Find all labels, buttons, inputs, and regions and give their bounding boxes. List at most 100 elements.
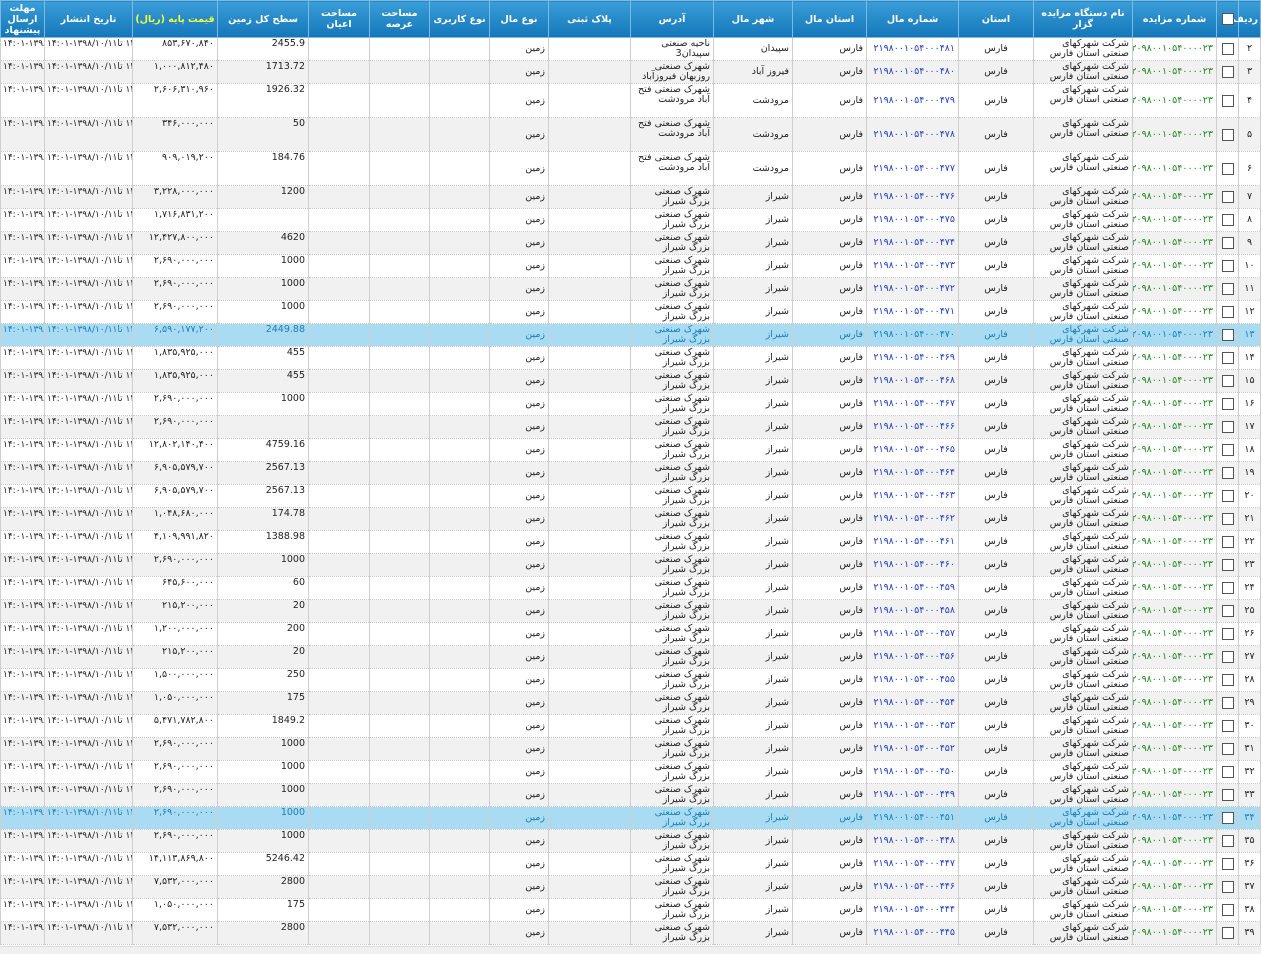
row-checkbox[interactable] — [1221, 306, 1234, 318]
cell-row-checkbox[interactable] — [1216, 622, 1239, 646]
header-building-area[interactable]: مساحت اعیان — [308, 0, 370, 38]
cell-row-checkbox[interactable] — [1216, 346, 1239, 370]
row-checkbox[interactable] — [1221, 375, 1234, 387]
table-row[interactable]: ۱۸ ۲۰۹۸۰۰۱۰۵۴۰۰۰۰۲۳ شرکت شهرکهای صنعتی است… — [0, 438, 1261, 462]
cell-row-checkbox[interactable] — [1216, 829, 1239, 853]
select-all-checkbox[interactable] — [1221, 13, 1234, 25]
cell-row-checkbox[interactable] — [1216, 438, 1239, 462]
row-checkbox[interactable] — [1221, 467, 1234, 479]
cell-row-checkbox[interactable] — [1216, 576, 1239, 600]
cell-row-checkbox[interactable] — [1216, 37, 1239, 61]
row-checkbox[interactable] — [1221, 766, 1234, 778]
cell-row-checkbox[interactable] — [1216, 369, 1239, 393]
cell-row-checkbox[interactable] — [1216, 806, 1239, 830]
row-checkbox[interactable] — [1221, 237, 1234, 249]
row-checkbox[interactable] — [1221, 720, 1234, 732]
cell-row-checkbox[interactable] — [1216, 185, 1239, 209]
row-checkbox[interactable] — [1221, 162, 1234, 175]
table-row[interactable]: ۲۶ ۲۰۹۸۰۰۱۰۵۴۰۰۰۰۲۳ شرکت شهرکهای صنعتی است… — [0, 622, 1261, 646]
row-checkbox[interactable] — [1221, 352, 1234, 364]
table-row[interactable]: ۲۷ ۲۰۹۸۰۰۱۰۵۴۰۰۰۰۲۳ شرکت شهرکهای صنعتی است… — [0, 645, 1261, 669]
cell-row-checkbox[interactable] — [1216, 530, 1239, 554]
table-row[interactable]: ۴ ۲۰۹۸۰۰۱۰۵۴۰۰۰۰۲۳ شرکت شهرکهای صنعتی استا… — [0, 83, 1261, 118]
header-plaque[interactable]: پلاک ثبتی — [548, 0, 631, 38]
table-row[interactable]: ۳۹ ۲۰۹۸۰۰۱۰۵۴۰۰۰۰۲۳ شرکت شهرکهای صنعتی است… — [0, 921, 1261, 945]
header-row-number[interactable]: ردیف — [1233, 0, 1261, 38]
table-row[interactable]: ۳۵ ۲۰۹۸۰۰۱۰۵۴۰۰۰۰۲۳ شرکت شهرکهای صنعتی است… — [0, 829, 1261, 853]
row-checkbox[interactable] — [1221, 789, 1234, 801]
row-checkbox[interactable] — [1221, 559, 1234, 571]
header-land-area[interactable]: سطح کل زمین — [217, 0, 309, 38]
table-row[interactable]: ۱۹ ۲۰۹۸۰۰۱۰۵۴۰۰۰۰۲۳ شرکت شهرکهای صنعتی است… — [0, 461, 1261, 485]
cell-row-checkbox[interactable] — [1216, 553, 1239, 577]
row-checkbox[interactable] — [1221, 927, 1234, 939]
row-checkbox[interactable] — [1221, 490, 1234, 502]
cell-row-checkbox[interactable] — [1216, 599, 1239, 623]
cell-row-checkbox[interactable] — [1216, 852, 1239, 876]
row-checkbox[interactable] — [1221, 697, 1234, 709]
table-row[interactable]: ۵ ۲۰۹۸۰۰۱۰۵۴۰۰۰۰۲۳ شرکت شهرکهای صنعتی استا… — [0, 117, 1261, 152]
cell-row-checkbox[interactable] — [1216, 921, 1239, 945]
cell-row-checkbox[interactable] — [1216, 760, 1239, 784]
header-base-price[interactable]: قیمت پایه (ریال) — [132, 0, 218, 38]
row-checkbox[interactable] — [1221, 582, 1234, 594]
table-row[interactable]: ۱۴ ۲۰۹۸۰۰۱۰۵۴۰۰۰۰۲۳ شرکت شهرکهای صنعتی است… — [0, 346, 1261, 370]
cell-row-checkbox[interactable] — [1216, 415, 1239, 439]
row-checkbox[interactable] — [1221, 444, 1234, 456]
cell-row-checkbox[interactable] — [1216, 461, 1239, 485]
row-checkbox[interactable] — [1221, 674, 1234, 686]
cell-row-checkbox[interactable] — [1216, 668, 1239, 692]
row-checkbox[interactable] — [1221, 421, 1234, 433]
cell-row-checkbox[interactable] — [1216, 277, 1239, 301]
table-row[interactable]: ۱۶ ۲۰۹۸۰۰۱۰۵۴۰۰۰۰۲۳ شرکت شهرکهای صنعتی است… — [0, 392, 1261, 416]
row-checkbox[interactable] — [1221, 283, 1234, 295]
cell-row-checkbox[interactable] — [1216, 231, 1239, 255]
table-row[interactable]: ۲۰ ۲۰۹۸۰۰۱۰۵۴۰۰۰۰۲۳ شرکت شهرکهای صنعتی است… — [0, 484, 1261, 508]
table-row[interactable]: ۲۵ ۲۰۹۸۰۰۱۰۵۴۰۰۰۰۲۳ شرکت شهرکهای صنعتی است… — [0, 599, 1261, 623]
table-row[interactable]: ۳۷ ۲۰۹۸۰۰۱۰۵۴۰۰۰۰۲۳ شرکت شهرکهای صنعتی است… — [0, 875, 1261, 899]
horizontal-scrollbar[interactable] — [0, 946, 1261, 954]
table-row[interactable]: ۸ ۲۰۹۸۰۰۱۰۵۴۰۰۰۰۲۳ شرکت شهرکهای صنعتی استا… — [0, 208, 1261, 232]
cell-row-checkbox[interactable] — [1216, 323, 1239, 347]
header-usage[interactable]: نوع کاربری — [429, 0, 490, 38]
table-row[interactable]: ۱۷ ۲۰۹۸۰۰۱۰۵۴۰۰۰۰۲۳ شرکت شهرکهای صنعتی است… — [0, 415, 1261, 439]
table-row[interactable]: ۱۵ ۲۰۹۸۰۰۱۰۵۴۰۰۰۰۲۳ شرکت شهرکهای صنعتی است… — [0, 369, 1261, 393]
row-checkbox[interactable] — [1221, 66, 1234, 78]
table-row[interactable]: ۶ ۲۰۹۸۰۰۱۰۵۴۰۰۰۰۲۳ شرکت شهرکهای صنعتی استا… — [0, 151, 1261, 186]
header-asset-number[interactable]: شماره مال — [866, 0, 959, 38]
row-checkbox[interactable] — [1221, 743, 1234, 755]
row-checkbox[interactable] — [1221, 43, 1234, 55]
table-row[interactable]: ۲۸ ۲۰۹۸۰۰۱۰۵۴۰۰۰۰۲۳ شرکت شهرکهای صنعتی است… — [0, 668, 1261, 692]
row-checkbox[interactable] — [1221, 881, 1234, 893]
table-row[interactable]: ۲۹ ۲۰۹۸۰۰۱۰۵۴۰۰۰۰۲۳ شرکت شهرکهای صنعتی است… — [0, 691, 1261, 715]
table-row[interactable]: ۲۱ ۲۰۹۸۰۰۱۰۵۴۰۰۰۰۲۳ شرکت شهرکهای صنعتی است… — [0, 507, 1261, 531]
row-checkbox[interactable] — [1221, 260, 1234, 272]
table-row[interactable]: ۲ ۲۰۹۸۰۰۱۰۵۴۰۰۰۰۲۳ شرکت شهرکهای صنعتی استا… — [0, 37, 1261, 61]
header-asset-province[interactable]: استان مال — [792, 0, 867, 38]
cell-row-checkbox[interactable] — [1216, 691, 1239, 715]
cell-row-checkbox[interactable] — [1216, 300, 1239, 324]
row-checkbox[interactable] — [1221, 128, 1234, 141]
cell-row-checkbox[interactable] — [1216, 83, 1239, 118]
cell-row-checkbox[interactable] — [1216, 898, 1239, 922]
table-row[interactable]: ۲۳ ۲۰۹۸۰۰۱۰۵۴۰۰۰۰۲۳ شرکت شهرکهای صنعتی است… — [0, 553, 1261, 577]
header-organization[interactable]: نام دستگاه مزایده گزار — [1033, 0, 1133, 38]
cell-row-checkbox[interactable] — [1216, 392, 1239, 416]
table-row[interactable]: ۹ ۲۰۹۸۰۰۱۰۵۴۰۰۰۰۲۳ شرکت شهرکهای صنعتی استا… — [0, 231, 1261, 255]
table-row[interactable]: ۱۰ ۲۰۹۸۰۰۱۰۵۴۰۰۰۰۲۳ شرکت شهرکهای صنعتی است… — [0, 254, 1261, 278]
table-row[interactable]: ۳۰ ۲۰۹۸۰۰۱۰۵۴۰۰۰۰۲۳ شرکت شهرکهای صنعتی است… — [0, 714, 1261, 738]
table-row[interactable]: ۳۸ ۲۰۹۸۰۰۱۰۵۴۰۰۰۰۲۳ شرکت شهرکهای صنعتی است… — [0, 898, 1261, 922]
table-row[interactable]: ۲۴ ۲۰۹۸۰۰۱۰۵۴۰۰۰۰۲۳ شرکت شهرکهای صنعتی است… — [0, 576, 1261, 600]
table-row[interactable]: ۳۳ ۲۰۹۸۰۰۱۰۵۴۰۰۰۰۲۳ شرکت شهرکهای صنعتی است… — [0, 783, 1261, 807]
cell-row-checkbox[interactable] — [1216, 645, 1239, 669]
cell-row-checkbox[interactable] — [1216, 875, 1239, 899]
cell-row-checkbox[interactable] — [1216, 737, 1239, 761]
header-province[interactable]: استان — [958, 0, 1034, 38]
row-checkbox[interactable] — [1221, 191, 1234, 203]
header-asset-type[interactable]: نوع مال — [489, 0, 549, 38]
header-auction-number[interactable]: شماره مزایده — [1132, 0, 1217, 38]
row-checkbox[interactable] — [1221, 835, 1234, 847]
table-row[interactable]: ۱۳ ۲۰۹۸۰۰۱۰۵۴۰۰۰۰۲۳ شرکت شهرکهای صنعتی است… — [0, 323, 1261, 347]
row-checkbox[interactable] — [1221, 605, 1234, 617]
row-checkbox[interactable] — [1221, 94, 1234, 107]
